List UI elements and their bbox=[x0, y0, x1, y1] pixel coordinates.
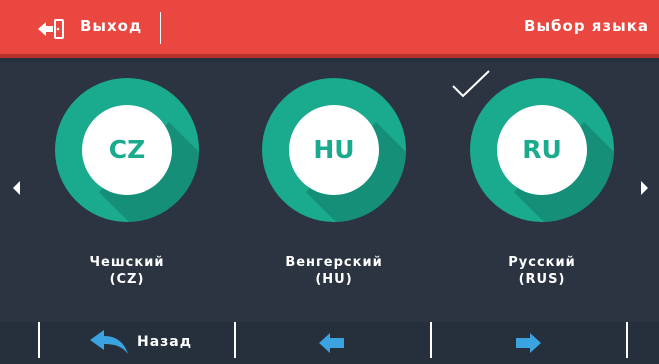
header-divider bbox=[160, 12, 161, 44]
left-arrow-icon bbox=[319, 333, 344, 353]
language-code: RU bbox=[522, 135, 562, 164]
header-bar: Выход Выбор языка bbox=[0, 0, 659, 58]
footer-divider bbox=[626, 322, 628, 358]
right-arrow-icon bbox=[516, 333, 541, 353]
back-button[interactable]: Назад bbox=[40, 322, 234, 364]
language-option-ru[interactable]: RU Русский (RUS) bbox=[454, 62, 630, 320]
exit-door-icon bbox=[38, 19, 64, 39]
screen-title: Выбор языка bbox=[524, 17, 649, 35]
language-name: Русский bbox=[508, 255, 576, 270]
language-code-label: (CZ) bbox=[109, 272, 145, 287]
language-name: Чешский bbox=[89, 255, 165, 270]
exit-button[interactable]: Выход bbox=[0, 0, 162, 54]
next-button[interactable] bbox=[432, 322, 626, 364]
language-code: HU bbox=[313, 135, 355, 164]
language-option-hu[interactable]: HU Венгерский (HU) bbox=[246, 62, 422, 320]
language-option-cz[interactable]: CZ Чешский (CZ) bbox=[39, 62, 215, 320]
back-arrow-icon bbox=[90, 330, 128, 354]
exit-label: Выход bbox=[80, 17, 143, 35]
previous-button[interactable] bbox=[236, 322, 430, 364]
scroll-right-arrow[interactable] bbox=[639, 180, 649, 196]
back-label: Назад bbox=[137, 334, 193, 350]
language-code-label: (HU) bbox=[315, 272, 353, 287]
language-code-label: (RUS) bbox=[518, 272, 566, 287]
scroll-left-arrow[interactable] bbox=[12, 180, 22, 196]
language-code: CZ bbox=[108, 135, 146, 164]
language-name: Венгерский bbox=[285, 255, 383, 270]
